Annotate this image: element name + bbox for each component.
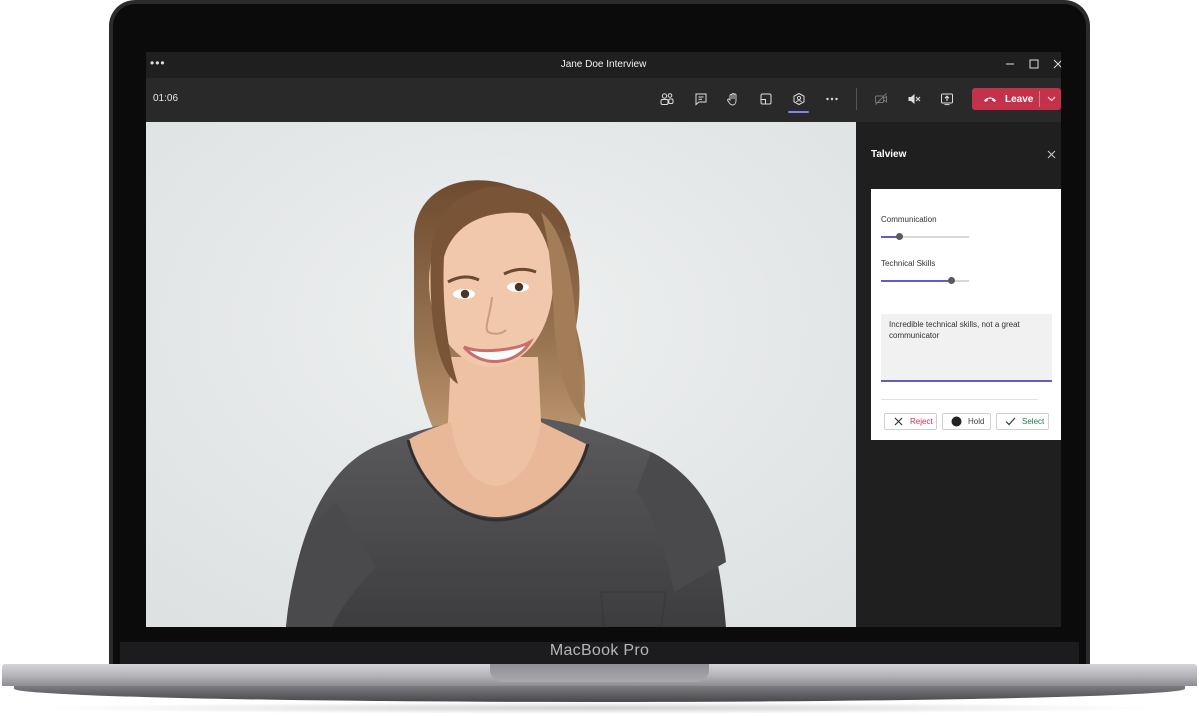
candidate-video-feed	[146, 122, 856, 627]
laptop-bezel: ••• Jane Doe Interview 01:06 Leave Talvi…	[113, 4, 1086, 672]
check-icon	[1004, 416, 1016, 428]
title-bar: ••• Jane Doe Interview	[146, 52, 1061, 78]
chevron-down-icon[interactable]	[1042, 92, 1060, 106]
communication-slider[interactable]	[881, 233, 969, 240]
hold-button[interactable]: Hold	[942, 413, 991, 430]
participants-icon[interactable]	[656, 88, 678, 110]
speaker-mute-icon[interactable]	[903, 88, 925, 110]
reject-label: Reject	[910, 417, 933, 426]
chat-icon[interactable]	[690, 88, 712, 110]
lid-notch	[490, 664, 709, 682]
teams-meeting-window: ••• Jane Doe Interview 01:06 Leave Talvi…	[146, 52, 1061, 627]
device-brand-label: MacBook Pro	[549, 642, 650, 659]
active-tab-indicator	[788, 111, 809, 113]
card-divider	[881, 399, 1038, 400]
hold-label: Hold	[968, 417, 985, 426]
leave-button[interactable]: Leave	[972, 88, 1061, 110]
maximize-icon[interactable]	[1023, 55, 1045, 73]
close-icon[interactable]	[1047, 55, 1061, 73]
communication-label: Communication	[881, 215, 937, 224]
technical-skills-label: Technical Skills	[881, 259, 936, 268]
device-mockup: ••• Jane Doe Interview 01:06 Leave Talvi…	[0, 0, 1199, 716]
leave-split-divider	[1039, 91, 1040, 107]
phone-hangup-icon	[983, 93, 997, 105]
meeting-toolbar: 01:06 Leave	[146, 78, 1061, 122]
notes-textarea[interactable]: Incredible technical skills, not a great…	[881, 314, 1052, 382]
share-tray-icon[interactable]	[755, 88, 777, 110]
more-actions-icon[interactable]	[821, 88, 843, 110]
talview-app-icon[interactable]	[788, 88, 810, 110]
window-title: Jane Doe Interview	[560, 59, 647, 70]
laptop-lid: ••• Jane Doe Interview 01:06 Leave Talvi…	[109, 0, 1090, 672]
talview-side-panel: Talview Communication Technical Skills I…	[856, 122, 1061, 627]
panel-title: Talview	[871, 149, 907, 160]
evaluation-card: Communication Technical Skills Incredibl…	[871, 189, 1061, 440]
slider-fill	[881, 280, 952, 282]
technical-skills-slider[interactable]	[881, 277, 969, 284]
raise-hand-icon[interactable]	[722, 88, 744, 110]
select-label: Select	[1022, 417, 1045, 426]
slider-thumb[interactable]	[895, 233, 903, 240]
dot-icon	[950, 416, 962, 428]
select-button[interactable]: Select	[996, 413, 1049, 430]
minimize-icon[interactable]	[999, 55, 1021, 73]
laptop-base	[0, 664, 1199, 704]
panel-close-icon[interactable]	[1044, 147, 1058, 161]
slider-thumb[interactable]	[948, 277, 956, 284]
x-icon	[892, 416, 904, 428]
share-screen-icon[interactable]	[936, 88, 958, 110]
toolbar-divider	[856, 88, 857, 110]
camera-off-icon[interactable]	[870, 88, 892, 110]
call-timer: 01:06	[153, 93, 179, 104]
base-bottom	[14, 686, 1185, 702]
candidate-portrait	[146, 122, 856, 627]
reject-button[interactable]: Reject	[884, 413, 937, 430]
leave-label: Leave	[1005, 93, 1034, 105]
